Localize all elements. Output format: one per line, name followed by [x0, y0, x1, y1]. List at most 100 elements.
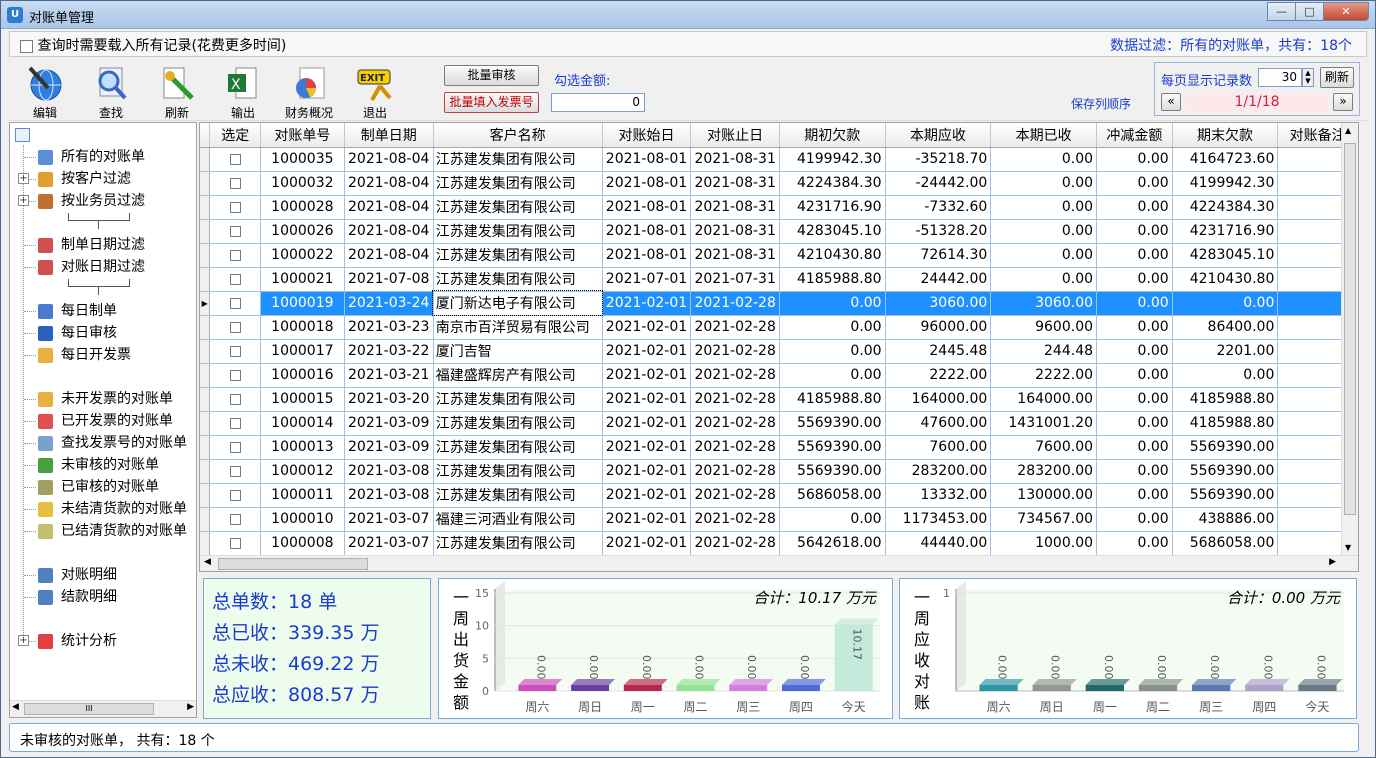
table-cell[interactable]: 7600.00	[885, 435, 992, 460]
row-select-checkbox[interactable]	[229, 177, 241, 189]
table-cell[interactable]: 2445.48	[885, 339, 992, 364]
minimize-button[interactable]: —	[1267, 2, 1295, 21]
table-cell[interactable]: 2021-02-01	[602, 363, 692, 388]
tree-item[interactable]: 每日制单	[38, 301, 117, 321]
table-cell[interactable]: 2201.00	[1172, 339, 1279, 364]
table-cell[interactable]: 4210430.80	[1172, 267, 1279, 292]
tree-item[interactable]: 已结清货款的对账单	[38, 521, 187, 541]
column-header[interactable]: 客户名称	[433, 123, 603, 148]
table-cell[interactable]: 1000032	[260, 171, 345, 196]
row-select-checkbox[interactable]	[229, 369, 241, 381]
tree-item[interactable]: 未结清货款的对账单	[38, 499, 187, 519]
table-cell[interactable]: 2021-02-28	[690, 387, 780, 412]
table-row[interactable]: 1000016 2021-03-21 福建盛辉房产有限公司 2021-02-01 202…	[200, 363, 1358, 388]
table-cell[interactable]: 南京市百洋贸易有限公司	[433, 315, 603, 340]
table-cell[interactable]: 2021-03-23	[344, 315, 434, 340]
table-cell[interactable]: 1000017	[260, 339, 345, 364]
table-cell[interactable]: 2021-02-01	[602, 315, 692, 340]
table-row[interactable]: 1000032 2021-08-04 江苏建发集团有限公司 2021-08-01 202…	[200, 171, 1358, 196]
table-cell[interactable]: 2021-02-28	[690, 531, 780, 556]
table-cell[interactable]: 2021-02-01	[602, 507, 692, 532]
table-cell[interactable]: 2021-02-01	[602, 291, 692, 316]
table-cell[interactable]: 2021-08-31	[690, 147, 780, 172]
table-cell[interactable]: 0.00	[1096, 459, 1173, 484]
table-cell[interactable]: 47600.00	[885, 411, 992, 436]
table-row[interactable]: 1000012 2021-03-08 江苏建发集团有限公司 2021-02-01 202…	[200, 459, 1358, 484]
table-cell[interactable]: 2021-08-04	[344, 171, 434, 196]
page-refresh-button[interactable]: 刷新	[1320, 67, 1354, 88]
grid-scroll-thumb[interactable]	[1344, 143, 1356, 515]
table-cell[interactable]: 4210430.80	[779, 243, 886, 268]
table-cell[interactable]: 164000.00	[990, 387, 1098, 412]
table-cell[interactable]: 2021-02-28	[690, 507, 780, 532]
tree-horizontal-scrollbar[interactable]: ◀ III ▶	[10, 700, 196, 717]
column-header[interactable]: 对账始日	[602, 123, 692, 148]
table-cell[interactable]: 2021-08-01	[602, 171, 692, 196]
table-cell[interactable]: 5569390.00	[1172, 483, 1279, 508]
table-cell[interactable]: 2021-08-04	[344, 243, 434, 268]
row-select-checkbox[interactable]	[229, 513, 241, 525]
table-cell[interactable]: 2021-07-08	[344, 267, 434, 292]
table-cell[interactable]: 0.00	[779, 363, 886, 388]
table-cell[interactable]: 2021-03-07	[344, 531, 434, 556]
table-cell[interactable]: 0.00	[990, 195, 1098, 220]
row-select-checkbox[interactable]	[229, 249, 241, 261]
table-cell[interactable]: 2021-03-07	[344, 507, 434, 532]
checked-amount-field[interactable]: 0	[551, 93, 645, 112]
table-cell[interactable]: 2021-02-28	[690, 411, 780, 436]
table-cell[interactable]: 1000026	[260, 219, 345, 244]
close-button[interactable]: ✕	[1323, 2, 1369, 21]
table-cell[interactable]: 1431001.20	[990, 411, 1098, 436]
batch-audit-button[interactable]: 批量审核	[444, 65, 539, 86]
table-cell[interactable]: 1000012	[260, 459, 345, 484]
table-cell[interactable]: 2222.00	[990, 363, 1098, 388]
table-cell[interactable]: 0.00	[779, 339, 886, 364]
table-row[interactable]: 1000028 2021-08-04 江苏建发集团有限公司 2021-08-01 202…	[200, 195, 1358, 220]
table-cell[interactable]: 5642618.00	[779, 531, 886, 556]
table-cell[interactable]: 2021-02-28	[690, 339, 780, 364]
table-cell[interactable]: 江苏建发集团有限公司	[433, 483, 603, 508]
table-cell[interactable]: 2021-03-09	[344, 435, 434, 460]
table-cell[interactable]: 5569390.00	[779, 459, 886, 484]
tree-scroll-thumb[interactable]: III	[24, 703, 154, 715]
table-cell[interactable]: 1000028	[260, 195, 345, 220]
table-cell[interactable]: 1000015	[260, 387, 345, 412]
table-cell[interactable]: 2021-03-21	[344, 363, 434, 388]
table-cell[interactable]: 4185988.80	[779, 267, 886, 292]
table-cell[interactable]: -51328.20	[885, 219, 992, 244]
table-cell[interactable]: 2021-03-08	[344, 483, 434, 508]
prev-page-button[interactable]: «	[1161, 93, 1181, 111]
table-cell[interactable]: 2021-08-01	[602, 243, 692, 268]
table-cell[interactable]: 1000021	[260, 267, 345, 292]
table-cell[interactable]: 164000.00	[885, 387, 992, 412]
tree-item[interactable]: 每日开发票	[38, 345, 131, 365]
table-cell[interactable]: 0.00	[1096, 435, 1173, 460]
table-cell[interactable]: 江苏建发集团有限公司	[433, 243, 603, 268]
table-cell[interactable]: 0.00	[1096, 291, 1173, 316]
table-cell[interactable]: 0.00	[1096, 339, 1173, 364]
table-cell[interactable]: 江苏建发集团有限公司	[433, 411, 603, 436]
table-cell[interactable]: 2021-02-28	[690, 483, 780, 508]
row-select-checkbox[interactable]	[229, 273, 241, 285]
table-cell[interactable]: 438886.00	[1172, 507, 1279, 532]
table-cell[interactable]: 5686058.00	[779, 483, 886, 508]
table-cell[interactable]: 130000.00	[990, 483, 1098, 508]
table-cell[interactable]: 4164723.60	[1172, 147, 1279, 172]
table-cell[interactable]: 1000035	[260, 147, 345, 172]
tree-item[interactable]: 按客户过滤	[38, 169, 131, 189]
table-cell[interactable]: 4231716.90	[1172, 219, 1279, 244]
table-cell[interactable]: 江苏建发集团有限公司	[433, 219, 603, 244]
table-cell[interactable]: 2021-08-01	[602, 195, 692, 220]
table-cell[interactable]: 2021-07-31	[690, 267, 780, 292]
row-select-checkbox[interactable]	[229, 201, 241, 213]
tree-item[interactable]: 未审核的对账单	[38, 455, 159, 475]
table-cell[interactable]: 0.00	[990, 243, 1098, 268]
table-cell[interactable]: 2021-02-28	[690, 459, 780, 484]
table-cell[interactable]: 5569390.00	[1172, 435, 1279, 460]
maximize-button[interactable]: □	[1295, 2, 1323, 21]
table-cell[interactable]: 5686058.00	[1172, 531, 1279, 556]
column-header[interactable]: 对账单号	[260, 123, 345, 148]
table-cell[interactable]: 0.00	[1096, 531, 1173, 556]
table-cell[interactable]: 江苏建发集团有限公司	[433, 459, 603, 484]
column-header[interactable]: 制单日期	[344, 123, 434, 148]
